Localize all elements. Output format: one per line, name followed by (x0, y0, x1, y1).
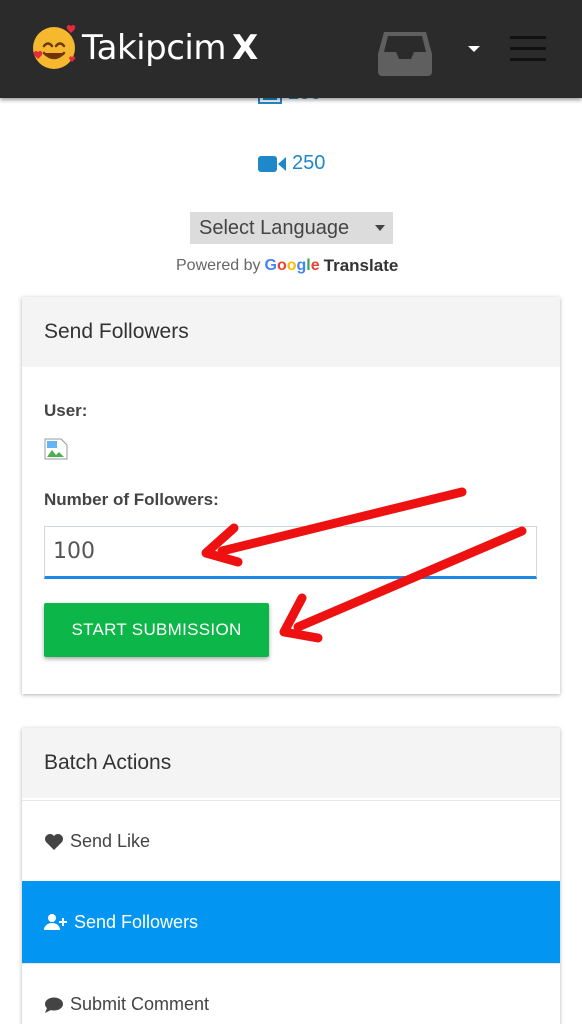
batch-item-send-like[interactable]: Send Like (22, 800, 560, 882)
translate-link[interactable]: Translate (324, 256, 399, 276)
google-logo: Google (264, 257, 320, 274)
chevron-down-icon (375, 225, 385, 231)
card-title: Batch Actions (22, 728, 560, 798)
brand-logo[interactable]: Takipcim X (30, 24, 258, 72)
number-of-followers-input[interactable] (44, 526, 537, 579)
hamburger-menu-button[interactable] (510, 36, 546, 62)
start-submission-button[interactable]: START SUBMISSION (44, 603, 269, 657)
number-of-followers-label: Number of Followers: (44, 490, 219, 509)
batch-item-label: Send Like (70, 831, 151, 851)
dropdown-caret[interactable] (466, 42, 482, 54)
app-root: 250 250 Takipcim X (0, 0, 582, 1024)
video-camera-icon (258, 155, 286, 172)
inbox-button[interactable] (378, 28, 432, 76)
send-followers-card: Send Followers User: Number of Followers… (22, 297, 560, 694)
heart-icon (45, 833, 63, 850)
batch-item-label: Send Followers (74, 911, 199, 932)
hamburger-bar (510, 36, 546, 39)
powered-by-google-translate: Powered by Google Translate (176, 256, 398, 276)
batch-actions-card: Batch Actions Send Like Send Followers S… (22, 728, 560, 1024)
user-plus-icon (44, 914, 67, 930)
chevron-down-icon (468, 46, 480, 52)
top-navbar: Takipcim X (0, 0, 582, 98)
brand-suffix: X (231, 28, 259, 68)
stat-video-value: 250 (292, 152, 326, 174)
user-label: User: (44, 401, 88, 420)
stat-video: 250 (258, 152, 325, 175)
inbox-icon (378, 32, 432, 76)
hamburger-bar (510, 58, 546, 61)
batch-item-submit-comment[interactable]: Submit Comment (22, 963, 560, 1024)
comment-icon (45, 997, 63, 1013)
language-select[interactable]: Select Language (190, 212, 393, 244)
hamburger-bar (510, 47, 546, 50)
broken-image-icon (44, 438, 68, 460)
powered-by-text: Powered by (176, 257, 261, 274)
batch-item-send-followers[interactable]: Send Followers (22, 881, 560, 963)
brand-name: Takipcim (82, 28, 226, 68)
batch-item-label: Submit Comment (70, 994, 210, 1014)
smiling-face-with-hearts-icon (33, 24, 76, 69)
card-title: Send Followers (22, 297, 560, 367)
language-select-label: Select Language (199, 216, 350, 239)
